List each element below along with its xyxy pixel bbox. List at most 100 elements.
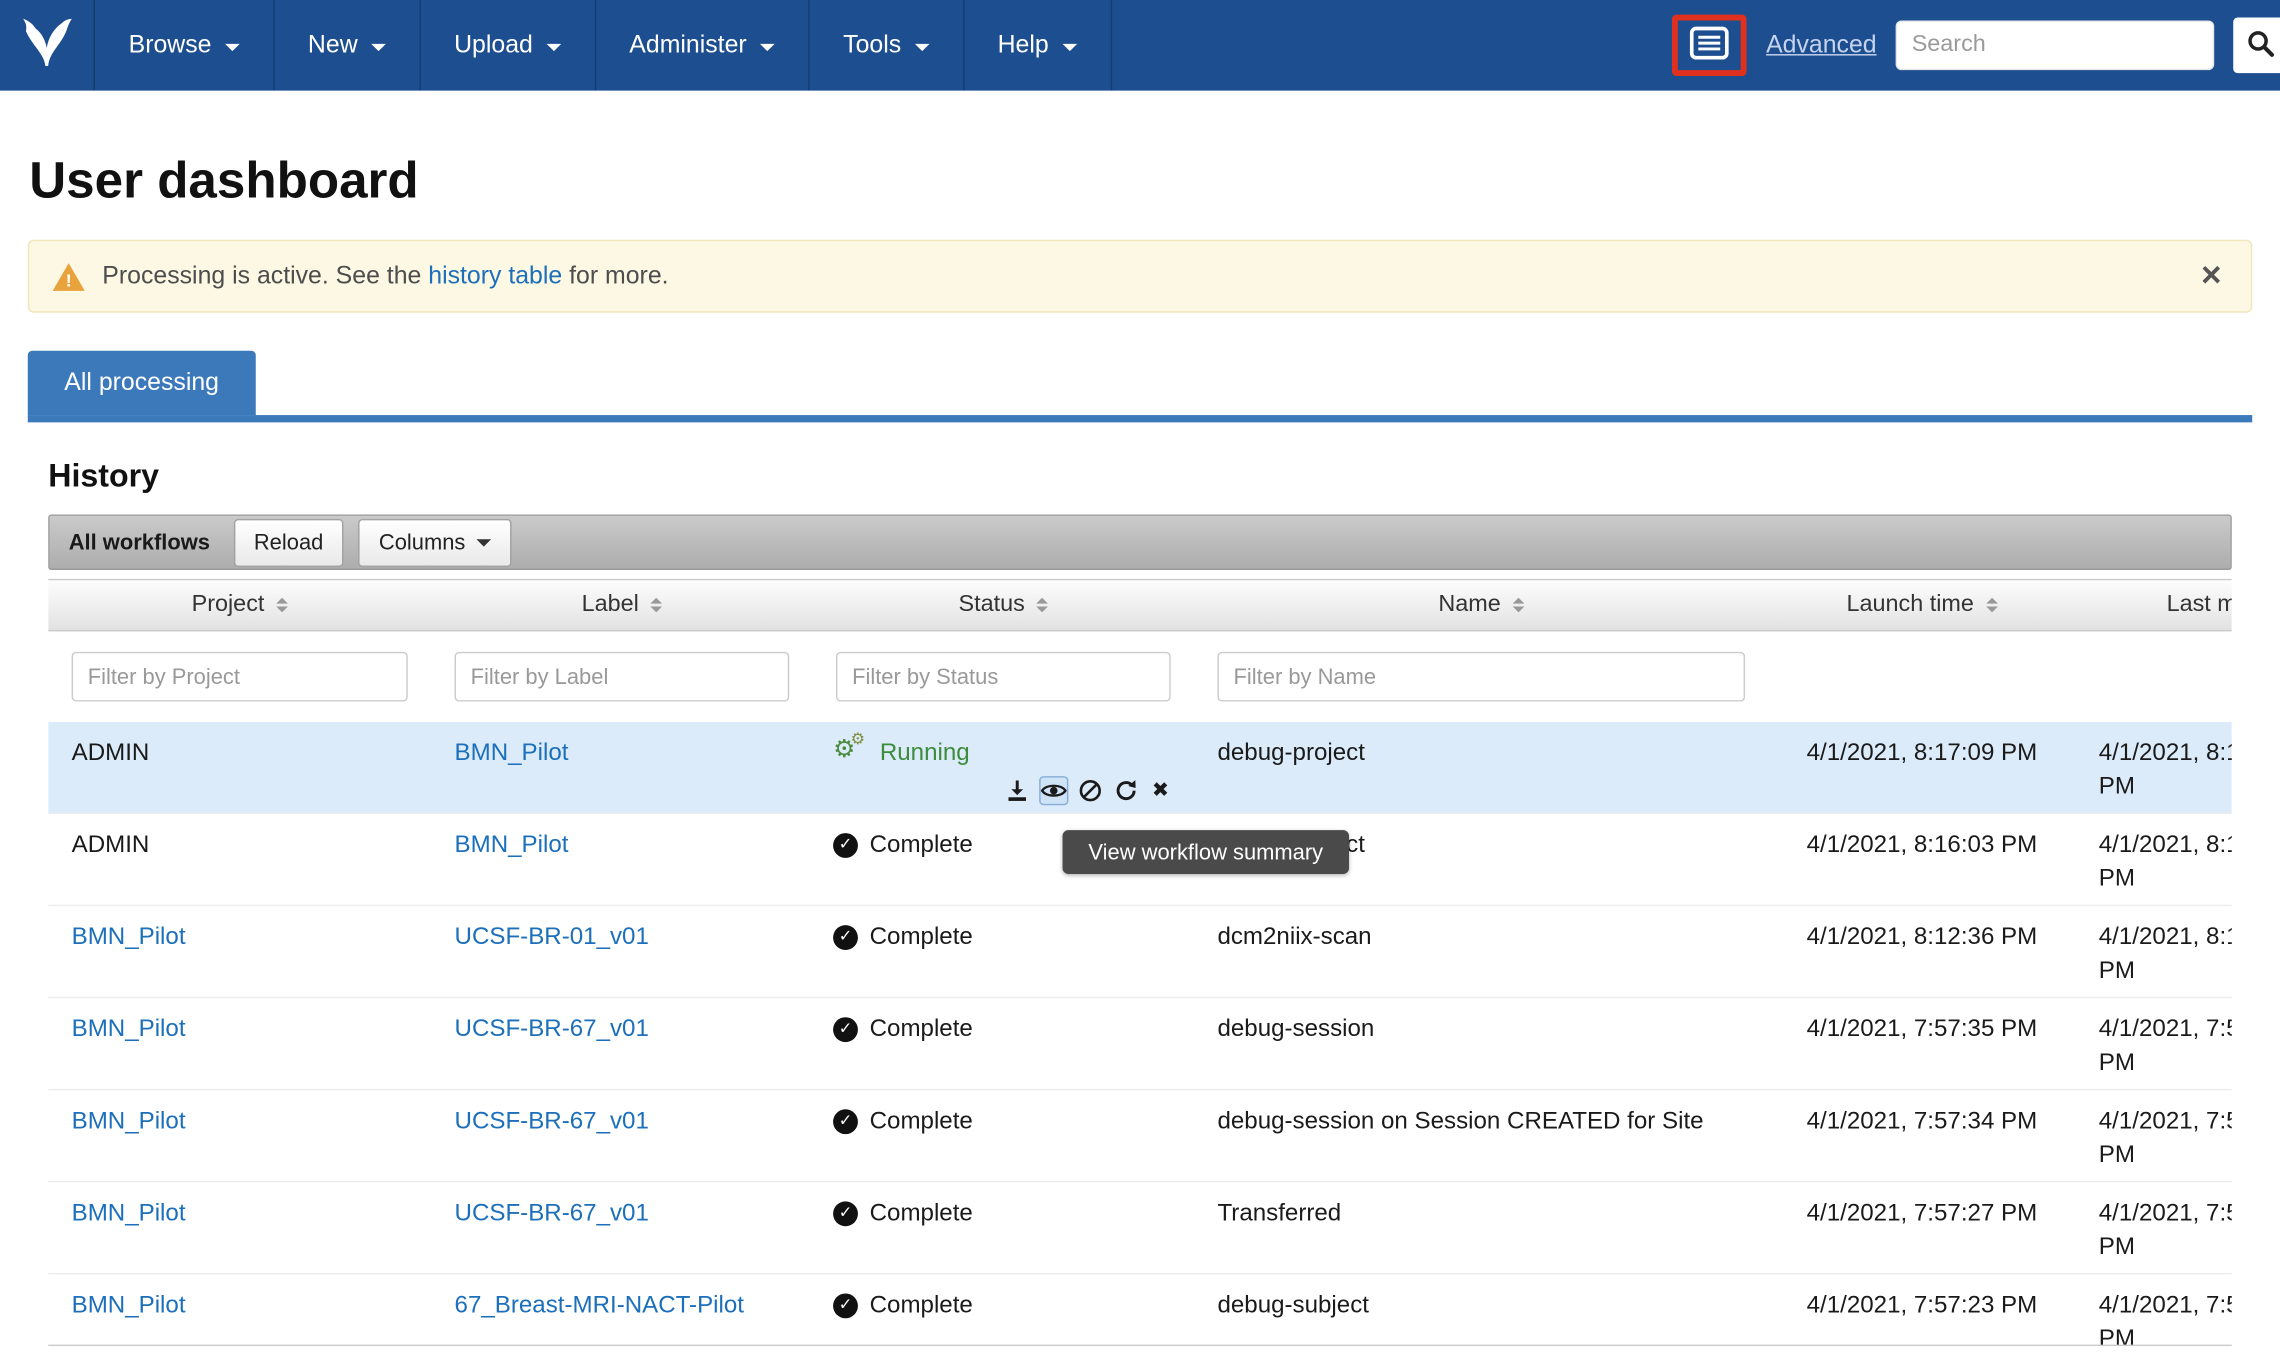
cell-last-modified: 4/1/2021, 7:57: PM [2075,998,2231,1089]
nav-upload[interactable]: Upload [420,0,595,91]
cell-last-modified: 4/1/2021, 7:57: PM [2075,1274,2231,1346]
advanced-search-link[interactable]: Advanced [1766,31,1877,60]
view-summary-eye-icon[interactable] [1041,778,1067,804]
project-link[interactable]: BMN_Pilot [72,1292,186,1318]
history-table: Project Label Status Name Launch time [48,579,2232,1346]
columns-button[interactable]: Columns [358,518,512,566]
label-link[interactable]: BMN_Pilot [455,832,569,858]
reload-button[interactable]: Reload [233,518,343,566]
search-input[interactable] [1896,20,2215,70]
table-row[interactable]: BMN_Pilot 67_Breast-MRI-NACT-Pilot ✓ Com… [48,1274,2232,1346]
main-menu: Browse New Upload Administer Tools Help [95,0,1112,91]
chevron-down-icon [371,43,386,50]
cancel-circle-slash-icon[interactable] [1079,778,1102,804]
bird-logo-icon [19,14,75,77]
cell-last-modified: 4/1/2021, 8:16: PM [2075,814,2231,905]
cell-status: ✓ Complete [813,1090,1194,1181]
cell-project: BMN_Pilot [48,998,431,1089]
label-link[interactable]: BMN_Pilot [455,740,569,766]
cell-status: ✓ Complete [813,906,1194,997]
download-icon[interactable] [1006,778,1029,804]
label-link[interactable]: UCSF-BR-01_v01 [455,924,649,950]
table-row[interactable]: ADMIN BMN_Pilot ⚙⚙ Running ✖ debug [48,722,2232,814]
sort-icon [1986,598,1998,613]
nav-help-label: Help [998,31,1049,60]
alert-text: Processing is active. See the history ta… [102,262,668,291]
table-row[interactable]: BMN_Pilot UCSF-BR-67_v01 ✓ Complete debu… [48,998,2232,1090]
project-link[interactable]: BMN_Pilot [72,1016,186,1042]
kill-x-icon[interactable]: ✖ [1150,778,1170,804]
cell-label: BMN_Pilot [431,722,812,813]
label-link[interactable]: UCSF-BR-67_v01 [455,1108,649,1134]
nav-administer[interactable]: Administer [596,0,810,91]
list-icon [1690,26,1729,64]
column-header-launch-time[interactable]: Launch time [1768,580,2075,630]
navbar-right: Advanced [1673,0,2280,91]
xnat-logo[interactable] [0,0,95,91]
chevron-down-icon [914,43,929,50]
nav-browse[interactable]: Browse [95,0,274,91]
cell-last-modified: 4/1/2021, 7:57: PM [2075,1090,2231,1181]
column-header-label[interactable]: Label [431,580,812,630]
cell-label: BMN_Pilot [431,814,812,905]
tab-bar: All processing [28,351,2280,415]
close-icon[interactable]: × [2195,259,2227,294]
cell-project: ADMIN [48,722,431,813]
nav-tools[interactable]: Tools [810,0,964,91]
status-text: Complete [870,1289,973,1323]
chevron-down-icon [546,43,561,50]
nav-help[interactable]: Help [964,0,1112,91]
sort-icon [276,598,288,613]
workflow-actions: ✖ [1006,778,1171,804]
search-icon [2246,28,2275,62]
cell-name: Transferred [1194,1182,1768,1273]
refresh-icon[interactable] [1114,778,1139,804]
label-link[interactable]: 67_Breast-MRI-NACT-Pilot [455,1292,744,1318]
project-link[interactable]: BMN_Pilot [72,1200,186,1226]
project-link[interactable]: BMN_Pilot [72,1108,186,1134]
search-button[interactable] [2233,18,2280,74]
status-text: Running [880,737,970,771]
table-row[interactable]: BMN_Pilot UCSF-BR-67_v01 ✓ Complete Tran… [48,1182,2232,1274]
history-table-link[interactable]: history table [428,262,562,290]
label-link[interactable]: UCSF-BR-67_v01 [455,1016,649,1042]
table-header-row: Project Label Status Name Launch time [48,579,2232,632]
project-link[interactable]: BMN_Pilot [72,924,186,950]
filter-status-input[interactable] [836,652,1171,702]
cell-launch-time: 4/1/2021, 7:57:35 PM [1768,998,2075,1089]
column-header-status[interactable]: Status [813,580,1194,630]
tab-all-processing[interactable]: All processing [28,351,256,415]
complete-check-icon: ✓ [833,1294,858,1319]
filter-name-input[interactable] [1217,652,1745,702]
column-header-project[interactable]: Project [48,580,431,630]
user-dashboard-page: Browse New Upload Administer Tools Help [0,0,2280,1371]
cell-label: UCSF-BR-67_v01 [431,1182,812,1273]
nav-new[interactable]: New [274,0,420,91]
cell-launch-time: 4/1/2021, 7:57:27 PM [1768,1182,2075,1273]
table-row[interactable]: BMN_Pilot UCSF-BR-01_v01 ✓ Complete dcm2… [48,906,2232,998]
history-panel: History All workflows Reload Columns Pro… [28,415,2252,1346]
cell-last-modified: 4/1/2021, 8:12: PM [2075,906,2231,997]
column-header-last-modified[interactable]: Last modified [2075,580,2231,630]
cell-label: UCSF-BR-01_v01 [431,906,812,997]
nav-new-label: New [308,31,358,60]
status-text: Complete [870,1013,973,1047]
cell-status: ✓ Complete [813,1182,1194,1273]
chevron-down-icon [1062,43,1077,50]
annotation-highlight-box [1673,15,1748,76]
column-header-name[interactable]: Name [1194,580,1768,630]
cell-status: ⚙⚙ Running ✖ [813,722,1194,813]
status-text: Complete [870,829,973,863]
processing-alert: ! Processing is active. See the history … [28,240,2252,313]
complete-check-icon: ✓ [833,925,858,950]
filter-project-input[interactable] [72,652,408,702]
filter-row [48,631,2232,722]
label-link[interactable]: UCSF-BR-67_v01 [455,1200,649,1226]
table-row[interactable]: BMN_Pilot UCSF-BR-67_v01 ✓ Complete debu… [48,1090,2232,1182]
filter-label-input[interactable] [455,652,790,702]
cell-label: 67_Breast-MRI-NACT-Pilot [431,1274,812,1346]
cell-project: BMN_Pilot [48,1090,431,1181]
quick-links-button[interactable] [1678,20,1741,70]
cell-name: dcm2niix-scan [1194,906,1768,997]
status-text: Complete [870,921,973,955]
